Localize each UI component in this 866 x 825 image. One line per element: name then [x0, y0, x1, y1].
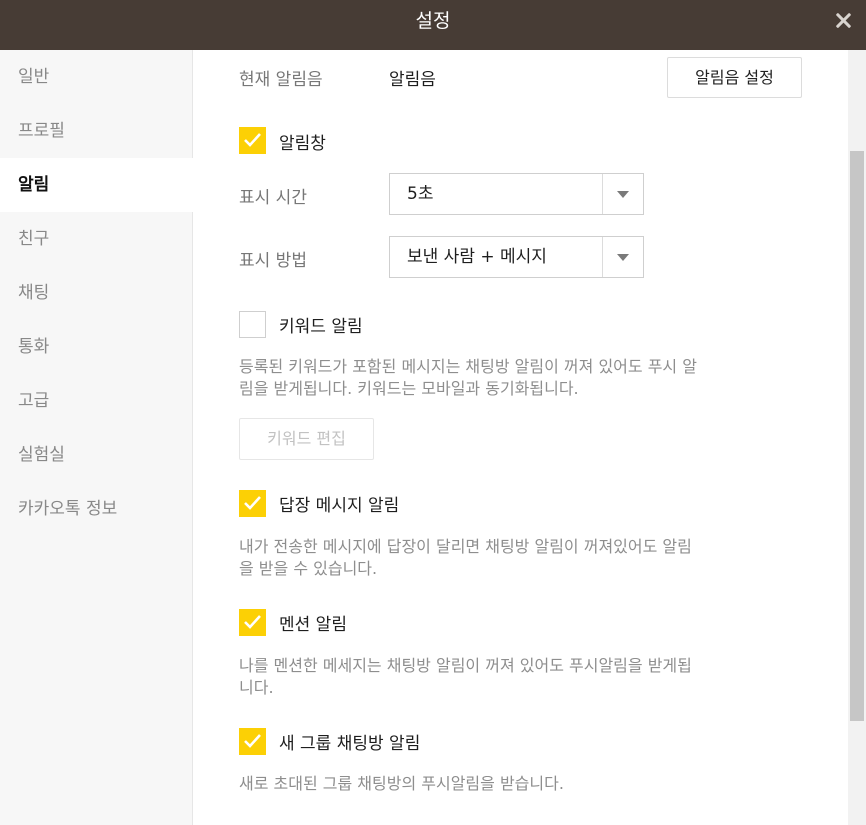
- sidebar-item-friends[interactable]: 친구: [0, 212, 193, 266]
- keyword-description-line-1: 등록된 키워드가 포함된 메시지는 채팅방 알림이 꺼져 있어도 푸시 알: [239, 357, 697, 376]
- sound-settings-button[interactable]: 알림음 설정: [667, 57, 802, 98]
- keyword-label: 키워드 알림: [279, 317, 363, 337]
- check-icon: [244, 615, 261, 629]
- sound-label: 현재 알림음: [239, 70, 323, 90]
- mention-checkbox[interactable]: [239, 609, 266, 636]
- close-icon[interactable]: [832, 9, 854, 31]
- sidebar: 일반 프로필 알림 친구 채팅 통화 고급 실험실 카카오톡 정보: [0, 50, 193, 825]
- sidebar-item-profile[interactable]: 프로필: [0, 104, 193, 158]
- reply-checkbox[interactable]: [239, 490, 266, 517]
- reply-label: 답장 메시지 알림: [279, 496, 400, 516]
- display-method-label: 표시 방법: [239, 251, 307, 271]
- display-time-label: 표시 시간: [239, 188, 307, 208]
- sidebar-item-advanced[interactable]: 고급: [0, 374, 193, 428]
- sidebar-item-notifications[interactable]: 알림: [0, 158, 193, 212]
- sidebar-item-calls[interactable]: 통화: [0, 320, 193, 374]
- display-time-select[interactable]: 5초: [389, 173, 644, 215]
- title-bar: 설정: [0, 0, 866, 50]
- sidebar-item-general[interactable]: 일반: [0, 50, 193, 104]
- reply-description-line-2: 을 받을 수 있습니다.: [239, 559, 378, 578]
- display-time-value: 5초: [407, 184, 434, 204]
- settings-panel: 현재 알림음 알림음 알림음 설정 알림창 표시 시간 5초 표시 방법 보낸 …: [194, 50, 848, 825]
- new-group-label: 새 그룹 채팅방 알림: [279, 734, 421, 754]
- display-method-value: 보낸 사람 + 메시지: [407, 247, 547, 267]
- sidebar-item-labs[interactable]: 실험실: [0, 428, 193, 482]
- check-icon: [244, 133, 261, 147]
- new-group-description: 새로 초대된 그룹 채팅방의 푸시알림을 받습니다.: [239, 774, 564, 793]
- keyword-edit-button[interactable]: 키워드 편집: [239, 418, 374, 460]
- dropdown-arrow-icon: [617, 191, 629, 198]
- check-icon: [244, 734, 261, 748]
- reply-description-line-1: 내가 전송한 메시지에 답장이 달리면 채팅방 알림이 꺼져있어도 알림: [239, 537, 692, 556]
- check-icon: [244, 496, 261, 510]
- mention-description-line-2: 니다.: [239, 678, 274, 697]
- mention-description-line-1: 나를 멘션한 메세지는 채팅방 알림이 꺼져 있어도 푸시알림을 받게됩: [239, 656, 692, 675]
- popup-label: 알림창: [279, 134, 326, 154]
- sidebar-item-chat[interactable]: 채팅: [0, 266, 193, 320]
- keyword-description-line-2: 림을 받게됩니다. 키워드는 모바일과 동기화됩니다.: [239, 379, 579, 398]
- mention-label: 멘션 알림: [279, 615, 347, 635]
- display-method-select[interactable]: 보낸 사람 + 메시지: [389, 236, 644, 278]
- scrollbar[interactable]: [848, 50, 866, 825]
- dropdown-arrow-icon: [617, 254, 629, 261]
- keyword-checkbox[interactable]: [239, 311, 266, 338]
- sound-value: 알림음: [389, 70, 436, 90]
- window-title: 설정: [415, 10, 451, 32]
- sidebar-item-about[interactable]: 카카오톡 정보: [0, 482, 193, 536]
- new-group-checkbox[interactable]: [239, 728, 266, 755]
- scrollbar-thumb[interactable]: [850, 151, 864, 721]
- popup-checkbox[interactable]: [239, 127, 266, 154]
